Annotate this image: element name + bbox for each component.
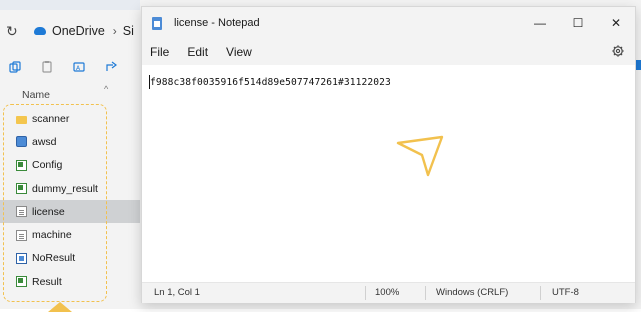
refresh-icon[interactable]: ↻ [6, 23, 22, 40]
window-title: license - Notepad [174, 17, 260, 29]
chevron-right-icon: › [112, 24, 117, 38]
address-bar[interactable]: ↻ OneDrive › Si [0, 14, 141, 48]
status-bar: Ln 1, Col 1 100% Windows (CRLF) UTF-8 [142, 282, 635, 303]
explorer-toolbar: A [0, 52, 140, 82]
close-button[interactable]: ✕ [597, 7, 635, 39]
status-divider [425, 286, 426, 300]
annotation-dashed-box [3, 104, 107, 302]
status-divider [365, 286, 366, 300]
onedrive-cloud-icon [34, 27, 46, 35]
zoom-level[interactable]: 100% [375, 287, 399, 298]
cursor-position: Ln 1, Col 1 [154, 287, 200, 298]
name-column-header[interactable]: Name [22, 89, 50, 101]
breadcrumb-onedrive[interactable]: OneDrive [52, 24, 105, 38]
annotation-pointer-arrow [396, 135, 444, 177]
share-icon[interactable] [104, 60, 118, 74]
notepad-app-icon [152, 16, 162, 30]
minimize-button[interactable]: — [521, 7, 559, 39]
window-controls: — ☐ ✕ [521, 7, 635, 39]
text-editor-area[interactable]: f988c38f0035916f514d89e507747261#3112202… [142, 65, 635, 271]
explorer-tab-strip [0, 0, 140, 10]
encoding[interactable]: UTF-8 [552, 287, 579, 298]
rename-icon[interactable]: A [72, 60, 86, 74]
editor-content: f988c38f0035916f514d89e507747261#3112202… [150, 77, 391, 88]
paste-icon[interactable] [40, 60, 54, 74]
settings-gear-icon[interactable] [611, 44, 625, 58]
maximize-button[interactable]: ☐ [559, 7, 597, 39]
notepad-window: license - Notepad — ☐ ✕ File Edit View f… [141, 6, 636, 303]
copy-icon[interactable] [8, 60, 22, 74]
breadcrumb-si[interactable]: Si [123, 24, 134, 38]
sort-caret-icon: ^ [104, 84, 109, 94]
menu-view[interactable]: View [226, 45, 252, 59]
annotation-arrow-up [48, 302, 72, 312]
notepad-titlebar[interactable]: license - Notepad — ☐ ✕ [142, 7, 635, 39]
menu-file[interactable]: File [150, 45, 169, 59]
menu-bar: File Edit View [142, 39, 635, 65]
line-ending[interactable]: Windows (CRLF) [436, 287, 508, 298]
status-divider [540, 286, 541, 300]
explorer-accent-edge [636, 60, 641, 70]
menu-edit[interactable]: Edit [187, 45, 208, 59]
